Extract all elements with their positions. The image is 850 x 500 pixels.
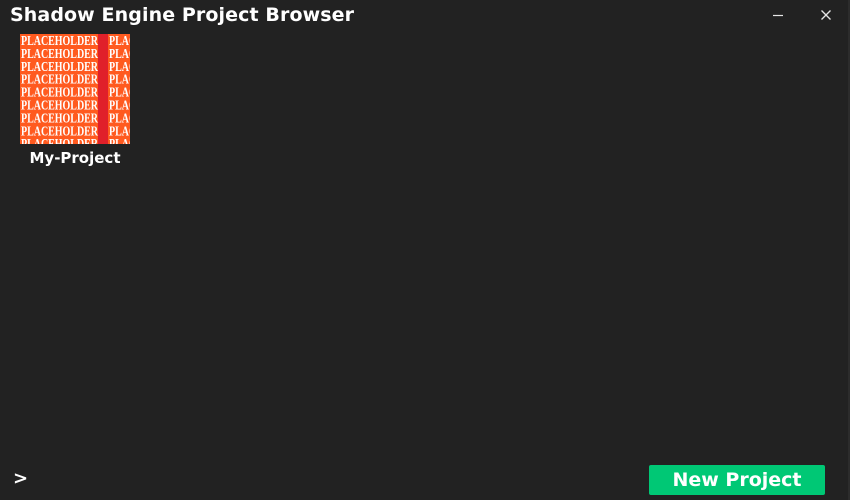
project-thumbnail[interactable]: PLACEHOLDERPLACEHOLDERPLACEHOLDERPLACEHO… [20,34,130,144]
new-project-button[interactable]: New Project [649,465,825,495]
title-bar[interactable]: Shadow Engine Project Browser [0,0,850,32]
project-tile[interactable]: PLACEHOLDERPLACEHOLDERPLACEHOLDERPLACEHO… [20,34,130,167]
minimize-button[interactable] [758,0,798,30]
close-button[interactable] [806,0,846,30]
placeholder-word: PLACEHOLDER [21,136,98,144]
window-title: Shadow Engine Project Browser [10,4,355,26]
project-browser-window: Shadow Engine Project Browser PLACEHOLDE… [0,0,850,500]
console-toggle[interactable]: > [13,468,28,489]
close-icon [821,10,831,20]
minimize-icon [773,14,783,17]
placeholder-pattern: PLACEHOLDERPLACEHOLDERPLACEHOLDERPLACEHO… [21,34,130,144]
project-name: My-Project [29,149,121,167]
placeholder-word: PLACEHOLDER [109,136,130,144]
